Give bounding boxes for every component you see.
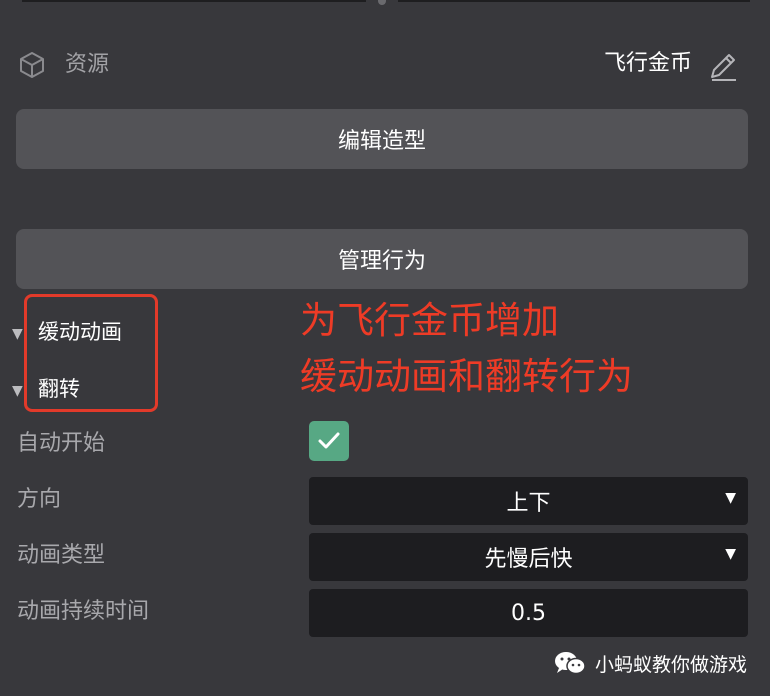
wechat-icon: [555, 652, 586, 675]
annotation-line-2: 缓动动画和翻转行为: [300, 355, 633, 398]
dropdown-arrow-icon: ▼: [725, 490, 736, 506]
anim-type-select[interactable]: 先慢后快 ▼: [309, 533, 748, 581]
direction-select[interactable]: 上下 ▼: [309, 477, 748, 525]
checkmark-icon: [318, 432, 340, 449]
top-field-left: [22, 0, 366, 2]
direction-value: 上下: [506, 491, 551, 516]
top-field-right: [398, 0, 750, 2]
resource-label: 资源: [65, 52, 110, 77]
duration-input[interactable]: 0.5: [309, 589, 748, 637]
watermark-text: 小蚂蚁教你做游戏: [595, 653, 748, 676]
direction-label: 方向: [17, 487, 62, 512]
auto-start-label: 自动开始: [17, 431, 106, 456]
highlight-box: [24, 294, 158, 412]
anim-type-value: 先慢后快: [484, 547, 573, 572]
anim-type-label: 动画类型: [17, 543, 106, 568]
duration-value: 0.5: [511, 600, 546, 626]
manage-behavior-button[interactable]: 管理行为: [16, 229, 748, 289]
asset-name: 飞行金币: [603, 51, 692, 76]
collapse-triangle-icon[interactable]: ▼: [12, 381, 23, 401]
annotation-line-1: 为飞行金币增加: [300, 299, 559, 342]
top-divider-handle[interactable]: [378, 0, 386, 5]
cube-icon: [20, 52, 44, 78]
edit-shape-button[interactable]: 编辑造型: [16, 109, 748, 169]
duration-label: 动画持续时间: [17, 599, 150, 624]
dropdown-arrow-icon: ▼: [725, 546, 736, 562]
collapse-triangle-icon[interactable]: ▼: [12, 324, 23, 344]
pencil-icon[interactable]: [706, 49, 740, 83]
auto-start-checkbox[interactable]: [309, 421, 349, 461]
watermark: 小蚂蚁教你做游戏: [553, 650, 747, 676]
